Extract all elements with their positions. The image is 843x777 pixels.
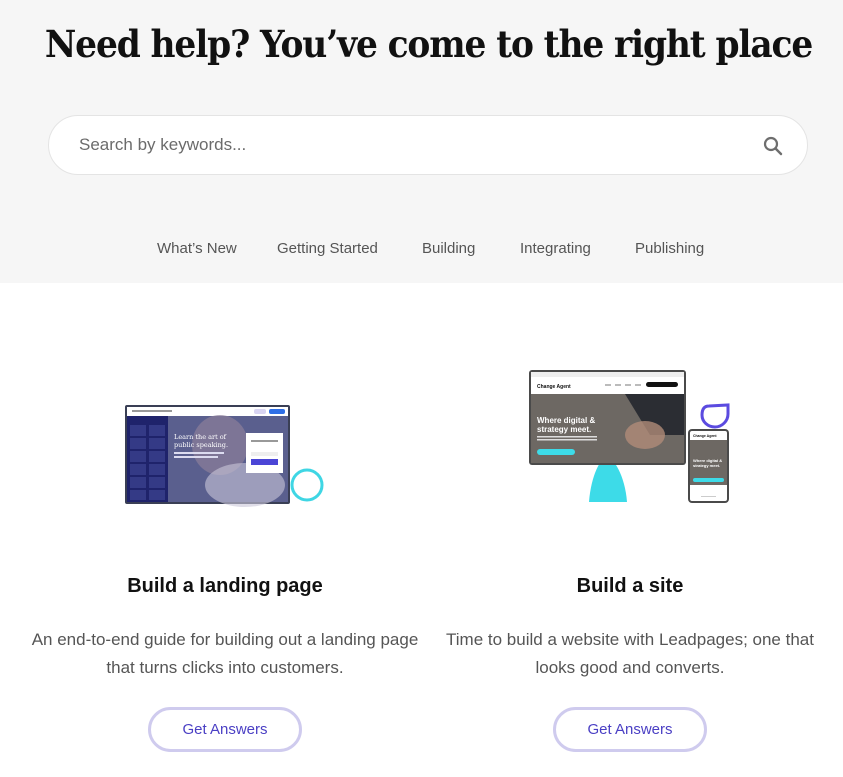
get-answers-button-landing-page[interactable]: Get Answers <box>148 707 302 752</box>
card-title-landing-page: Build a landing page <box>127 575 323 597</box>
site-headline-1: Where digital & <box>537 416 595 425</box>
card-description-site: Time to build a website with Leadpages; … <box>446 630 814 677</box>
desktop-titlebar <box>531 372 684 377</box>
phone-headline-2: strategy meet. <box>693 463 720 468</box>
card-title-site: Build a site <box>576 575 684 597</box>
site-headline-2: strategy meet. <box>537 425 591 434</box>
decorative-circle <box>290 468 324 502</box>
site-body-text <box>537 439 597 441</box>
illus-headline-1: Learn the art of <box>174 433 227 441</box>
hero-section: Need help? You’ve come to the right plac… <box>0 0 843 283</box>
decorative-purple-drop <box>700 403 730 429</box>
illus-body-text <box>174 452 224 454</box>
topic-nav: What’s New Getting Started Building Inte… <box>0 240 843 264</box>
topic-building[interactable]: Building <box>422 240 475 257</box>
search-icon[interactable] <box>763 136 783 156</box>
toolbar-publish-button <box>269 409 285 414</box>
page-title: Need help? You’ve come to the right plac… <box>44 22 813 66</box>
topic-whats-new[interactable]: What’s New <box>157 240 237 257</box>
toolbar-button <box>254 409 266 414</box>
site-cta-button <box>537 449 575 455</box>
site-nav-button <box>646 382 678 387</box>
photo-hands <box>625 421 665 449</box>
topic-integrating[interactable]: Integrating <box>520 240 591 257</box>
site-body-text <box>537 436 597 438</box>
site-illustration: Change Agent Where digital & strategy me… <box>529 370 730 503</box>
get-answers-button-site[interactable]: Get Answers <box>553 707 707 752</box>
illus-body-text <box>174 456 218 458</box>
search-input[interactable] <box>79 116 739 174</box>
card-description-landing-page: An end-to-end guide for building out a l… <box>31 630 419 677</box>
topic-getting-started[interactable]: Getting Started <box>277 240 378 257</box>
site-nav-link <box>605 384 611 386</box>
search-bar[interactable] <box>48 115 808 175</box>
phone-footer <box>701 496 716 497</box>
landing-page-illustration: Learn the art of public speaking. <box>125 405 324 507</box>
site-brand: Change Agent <box>537 384 571 390</box>
illus-headline-2: public speaking. <box>174 441 228 449</box>
form-text <box>251 440 278 442</box>
site-nav-link <box>625 384 631 386</box>
phone-cta-button <box>693 478 724 482</box>
url-text <box>132 410 172 412</box>
form-field <box>251 452 278 456</box>
phone-brand: Change Agent <box>693 434 717 438</box>
site-nav-link <box>635 384 641 386</box>
topic-publishing[interactable]: Publishing <box>635 240 704 257</box>
site-nav-link <box>615 384 621 386</box>
form-signup-button <box>251 459 278 465</box>
